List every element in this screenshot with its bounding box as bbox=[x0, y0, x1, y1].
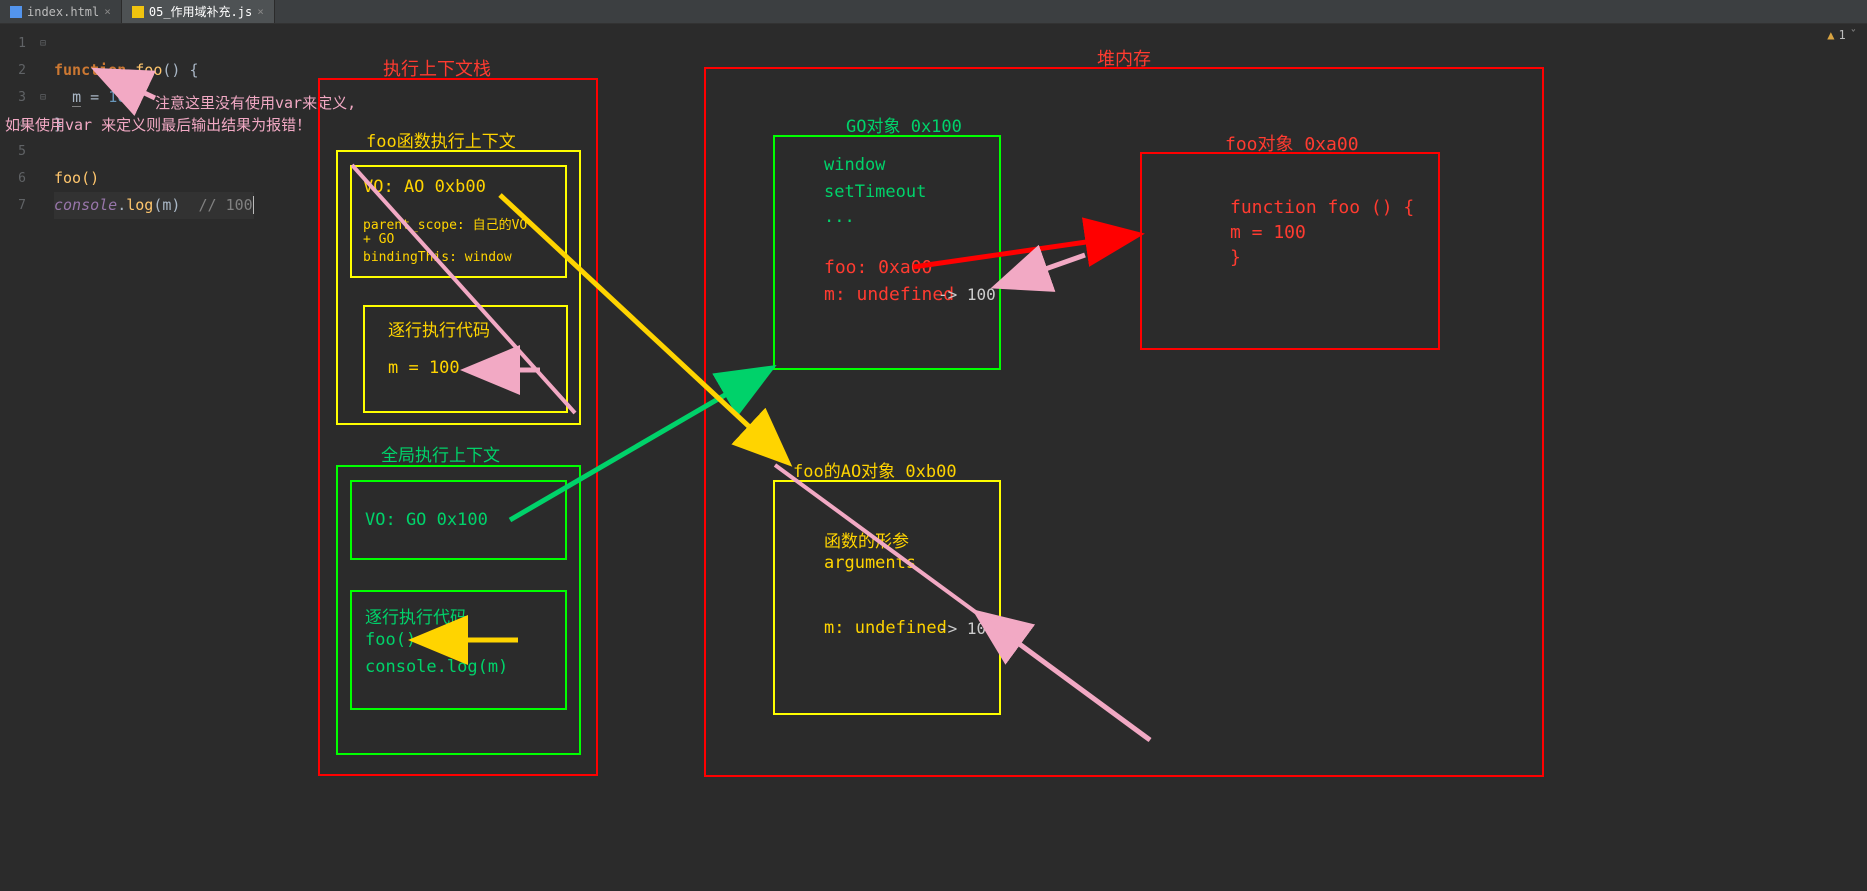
fold-expand-icon[interactable]: ⊟ bbox=[40, 30, 54, 57]
ao-l2: arguments bbox=[824, 553, 916, 573]
fold-collapse-icon[interactable]: ⊟ bbox=[40, 84, 54, 111]
foo-obj-l3: } bbox=[1230, 247, 1241, 268]
fold-gutter: ⊟ ⊟ bbox=[40, 24, 54, 246]
tab-05-js[interactable]: 05_作用域补充.js × bbox=[122, 0, 275, 23]
global-exec-l2: console.log(m) bbox=[365, 657, 508, 677]
foo-exec-l1: m = 100 bbox=[388, 358, 460, 378]
global-exec-title: 逐行执行代码 bbox=[365, 603, 467, 628]
close-icon[interactable]: × bbox=[104, 5, 111, 18]
global-vo-header: VO: GO 0x100 bbox=[365, 510, 488, 530]
js-file-icon bbox=[132, 6, 144, 18]
global-exec-l1: foo() bbox=[365, 630, 416, 650]
global-ctx-title: 全局执行上下文 bbox=[381, 441, 500, 466]
foo-exec-box bbox=[363, 305, 568, 413]
global-vo-box bbox=[350, 480, 567, 560]
global-exec-box bbox=[350, 590, 567, 710]
tab-label: 05_作用域补充.js bbox=[149, 3, 252, 20]
ao-l3-extra: -> 100 bbox=[938, 619, 996, 638]
global-ctx-box bbox=[336, 465, 581, 755]
line-gutter: 1 2 3 4 5 6 7 bbox=[0, 24, 40, 246]
ao-l3: m: undefined bbox=[824, 618, 947, 638]
tab-label: index.html bbox=[27, 5, 99, 19]
ao-title: foo的AO对象 0xb00 bbox=[793, 457, 957, 482]
close-icon[interactable]: × bbox=[257, 5, 264, 18]
ao-box bbox=[773, 480, 1001, 715]
go-l5-extra: -> 100 bbox=[938, 285, 996, 304]
go-l5: m: undefined bbox=[824, 284, 954, 305]
foo-exec-title: 逐行执行代码 bbox=[388, 316, 490, 341]
foo-vo-l3: bindingThis: window bbox=[363, 250, 512, 265]
go-l4: foo: 0xa00 bbox=[824, 257, 932, 278]
ao-l1: 函数的形参 bbox=[824, 527, 909, 552]
code-area[interactable]: function foo() { m = 100 } foo() console… bbox=[54, 24, 254, 246]
html-file-icon bbox=[10, 6, 22, 18]
editor-tabs: index.html × 05_作用域补充.js × bbox=[0, 0, 1867, 24]
tab-index-html[interactable]: index.html × bbox=[0, 0, 122, 23]
code-editor[interactable]: 1 2 3 4 5 6 7 ⊟ ⊟ function foo() { m = 1… bbox=[0, 24, 1867, 246]
